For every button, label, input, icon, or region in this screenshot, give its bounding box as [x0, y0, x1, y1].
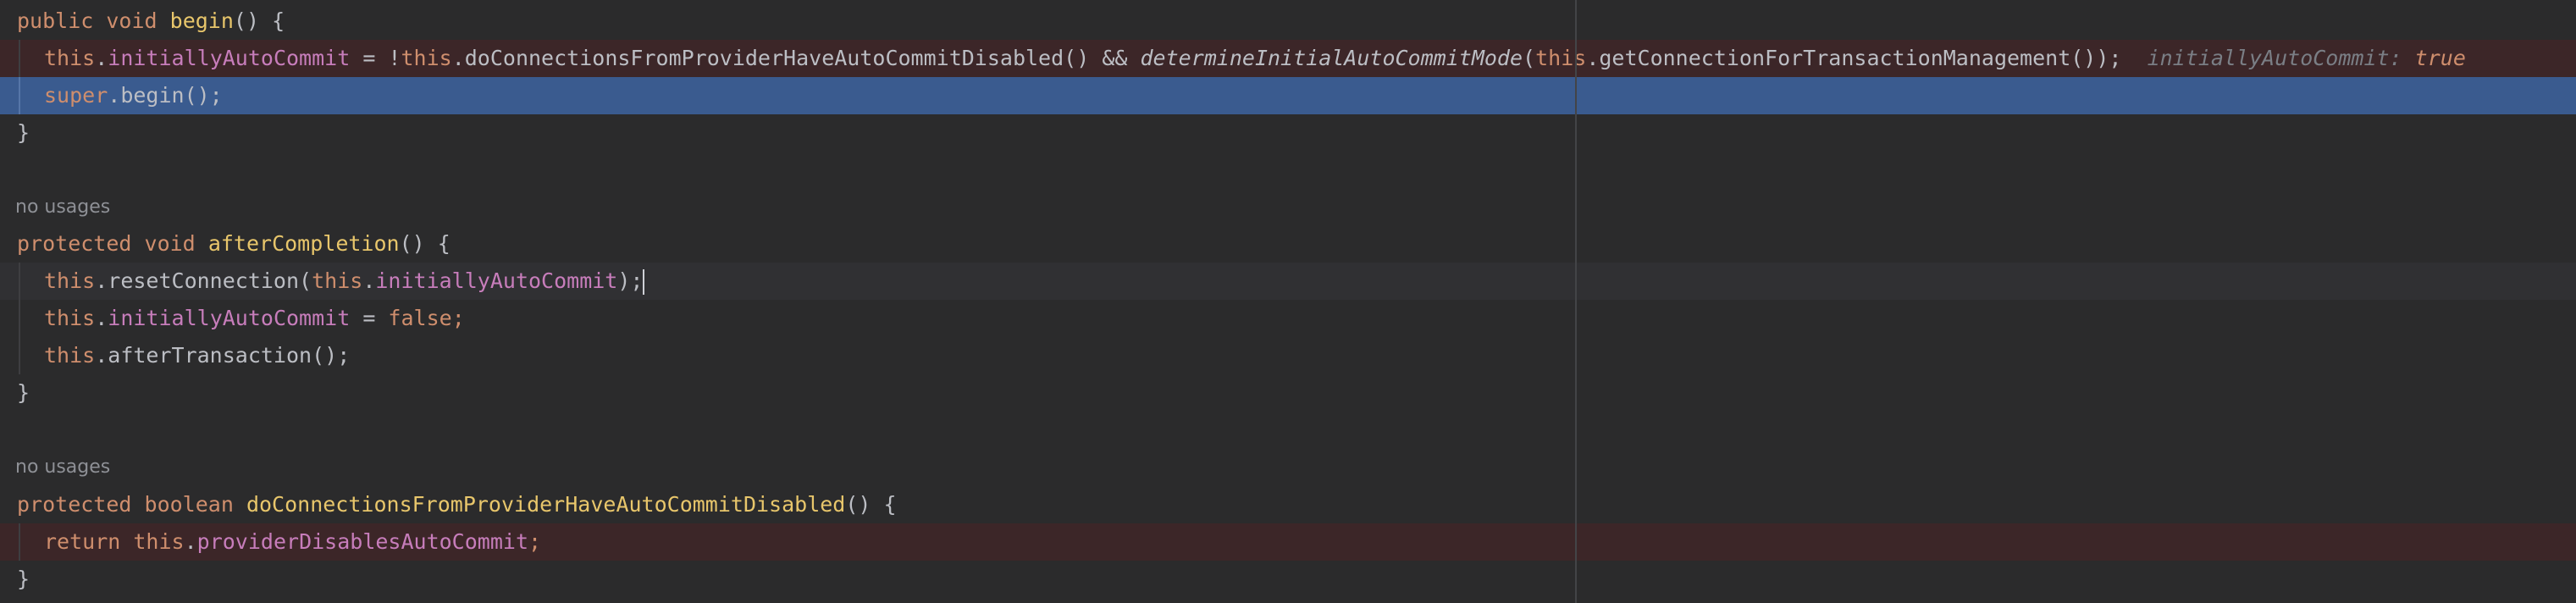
punctuation: ;: [528, 529, 542, 554]
statement: this.initiallyAutoCommit = false;: [44, 300, 465, 337]
keyword: this: [133, 529, 185, 554]
keyword: this: [44, 306, 96, 330]
code-line[interactable]: }: [0, 114, 2576, 152]
indent-guide: [19, 40, 20, 77]
usages-hint[interactable]: no usages: [15, 189, 110, 226]
punctuation: () {: [233, 8, 285, 33]
keyword: this: [44, 268, 96, 293]
keyword: this: [44, 343, 96, 368]
field-ref: providerDisablesAutoCommit: [196, 529, 528, 554]
keyword: return: [44, 529, 121, 554]
punctuation: .: [95, 46, 108, 70]
code-line[interactable]: }: [0, 561, 2576, 598]
code-line-breakpoint[interactable]: this.initiallyAutoCommit = !this.doConne…: [0, 40, 2576, 77]
method-call: .getConnectionForTransactionManagement()…: [1586, 46, 2122, 70]
code-line[interactable]: public void begin() {: [0, 3, 2576, 40]
indent-guide: [19, 263, 20, 300]
keyword: this: [401, 46, 452, 70]
operator: = !: [350, 46, 401, 70]
punctuation: (: [1523, 46, 1536, 70]
inline-value-hint-value: true: [2414, 46, 2466, 70]
keyword: void: [144, 231, 196, 256]
inline-value-hint-label: initiallyAutoCommit:: [2147, 46, 2402, 70]
closing-brace: }: [17, 380, 30, 405]
operator: =: [350, 306, 389, 330]
indent-guide: [19, 337, 20, 374]
method-name: begin: [169, 8, 234, 33]
method-signature-begin: public void begin() {: [17, 3, 285, 40]
method-name: doConnectionsFromProviderHaveAutoCommitD…: [246, 492, 846, 517]
keyword: public: [17, 8, 94, 33]
text-caret: [643, 269, 645, 295]
keyword: super: [44, 83, 108, 108]
method-call: .begin();: [108, 83, 223, 108]
punctuation: .: [362, 268, 376, 293]
indent-guide: [19, 77, 20, 114]
statement: super.begin();: [44, 77, 223, 114]
method-call: .doConnectionsFromProviderHaveAutoCommit…: [451, 46, 1141, 70]
code-line[interactable]: }: [0, 374, 2576, 412]
keyword: protected: [17, 231, 132, 256]
keyword: protected: [17, 492, 132, 517]
code-line[interactable]: this.afterTransaction();: [0, 337, 2576, 374]
keyword: this: [312, 268, 363, 293]
method-call: .afterTransaction();: [95, 343, 351, 368]
punctuation: .: [184, 529, 197, 554]
method-name: afterCompletion: [207, 231, 400, 256]
punctuation: );: [617, 268, 644, 293]
field-ref: initiallyAutoCommit: [108, 306, 351, 330]
usages-hint[interactable]: no usages: [15, 449, 110, 486]
closing-brace: }: [17, 120, 30, 145]
right-margin-guide: [1575, 0, 1577, 603]
keyword: void: [106, 8, 158, 33]
punctuation: .: [95, 306, 108, 330]
code-line-execution-point[interactable]: super.begin();: [0, 77, 2576, 114]
field-ref: initiallyAutoCommit: [375, 268, 618, 293]
static-method-call: determineInitialAutoCommitMode: [1140, 46, 1523, 70]
statement: return this.providerDisablesAutoCommit;: [44, 523, 541, 561]
statement: this.afterTransaction();: [44, 337, 350, 374]
code-editor[interactable]: public void begin() { this.initiallyAuto…: [0, 0, 2576, 603]
code-line[interactable]: this.initiallyAutoCommit = false;: [0, 300, 2576, 337]
punctuation: () {: [845, 492, 897, 517]
punctuation: ;: [451, 306, 465, 330]
code-line-current[interactable]: this.resetConnection(this.initiallyAutoC…: [0, 263, 2576, 300]
punctuation: () {: [399, 231, 451, 256]
code-line[interactable]: protected boolean doConnectionsFromProvi…: [0, 486, 2576, 523]
code-line[interactable]: protected void afterCompletion() {: [0, 225, 2576, 263]
indent-guide: [19, 300, 20, 337]
field-ref: initiallyAutoCommit: [108, 46, 351, 70]
method-signature-doConnections: protected boolean doConnectionsFromProvi…: [17, 486, 897, 523]
method-signature-afterCompletion: protected void afterCompletion() {: [17, 225, 451, 263]
keyword: boolean: [144, 492, 234, 517]
statement: this.resetConnection(this.initiallyAutoC…: [44, 263, 645, 300]
method-call: .resetConnection(: [95, 268, 312, 293]
statement: this.initiallyAutoCommit = !this.doConne…: [44, 40, 2466, 77]
indent-guide: [19, 523, 20, 561]
keyword: this: [44, 46, 96, 70]
keyword: false: [388, 306, 452, 330]
closing-brace: }: [17, 567, 30, 591]
code-line-breakpoint[interactable]: return this.providerDisablesAutoCommit;: [0, 523, 2576, 561]
keyword: this: [1535, 46, 1587, 70]
